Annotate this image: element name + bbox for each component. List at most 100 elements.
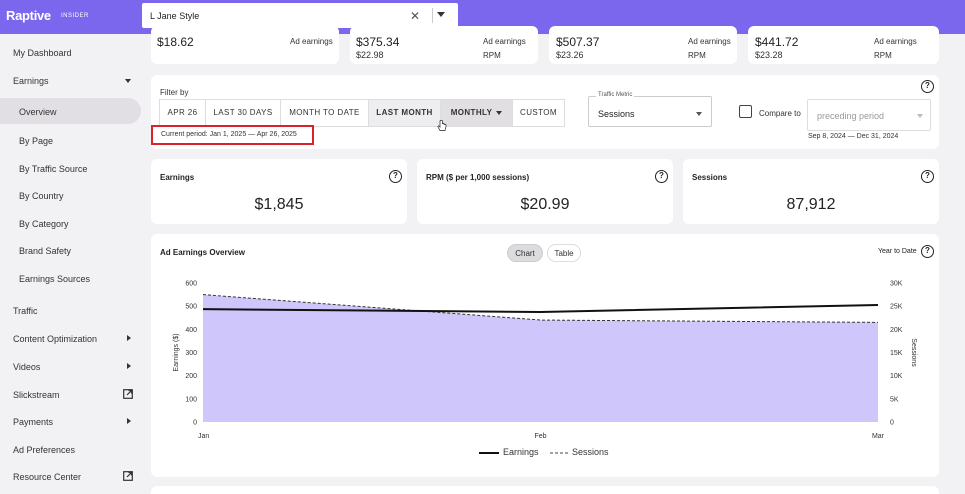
kpi-title: Earnings	[160, 173, 195, 182]
y2-tick-label: 30K	[890, 281, 903, 288]
x-tick-label: Feb	[534, 433, 546, 440]
sidebar-item-label: My Dashboard	[13, 48, 72, 58]
stat-label: RPM	[483, 51, 501, 60]
filter-title: Filter by	[160, 88, 189, 97]
help-icon[interactable]: ?	[921, 245, 934, 258]
compare-checkbox[interactable]	[739, 105, 752, 118]
legend-earnings[interactable]: Earnings	[503, 447, 539, 457]
sidebar-item-payments[interactable]: Payments	[0, 408, 143, 434]
select-separator	[432, 8, 433, 23]
sidebar-item-slickstream[interactable]: Slickstream	[0, 381, 143, 407]
help-icon[interactable]: ?	[655, 170, 668, 183]
stat-value: $18.62	[157, 35, 194, 49]
chevron-right-icon	[127, 363, 131, 369]
stat-card: $18.62 Ad earnings	[151, 26, 339, 64]
ad-earnings-overview-card: Ad Earnings Overview Chart Table Year to…	[151, 234, 939, 477]
stat-label: Ad earnings	[874, 37, 917, 46]
stat-card: $375.34 $22.98 Ad earnings RPM	[350, 26, 538, 64]
segment-last-month[interactable]: LAST MONTH	[368, 99, 441, 127]
raptive-logo[interactable]: Raptive	[6, 8, 51, 23]
chevron-down-icon	[496, 110, 503, 115]
legend-sessions-swatch	[550, 452, 568, 454]
chart-title: Ad Earnings Overview	[160, 248, 245, 257]
sidebar-item-label: Content Optimization	[13, 334, 98, 344]
segment-monthly-dropdown[interactable]: MONTHLY	[440, 99, 513, 127]
stat-label: Ad earnings	[688, 37, 731, 46]
period-label: Year to Date	[878, 248, 917, 255]
kpi-value: 87,912	[786, 196, 836, 213]
segment-custom[interactable]: CUSTOM	[512, 99, 565, 127]
y2-tick-label: 15K	[890, 350, 903, 357]
legend-sessions[interactable]: Sessions	[572, 447, 609, 457]
sidebar-item-content-optimization[interactable]: Content Optimization	[0, 325, 143, 351]
sidebar-item-by-page[interactable]: By Page	[0, 127, 143, 153]
help-icon[interactable]: ?	[921, 80, 934, 93]
sidebar-item-by-category[interactable]: By Category	[0, 210, 143, 236]
chart-toggle[interactable]: Chart	[507, 244, 543, 262]
current-period-label: Current period: Jan 1, 2025 — Apr 26, 20…	[151, 125, 314, 145]
site-select[interactable]: L Jane Style ✕	[142, 3, 458, 28]
sidebar-item-label: Traffic	[13, 306, 38, 316]
stat-card: $507.37 $23.26 Ad earnings RPM	[549, 26, 737, 64]
sidebar-item-label: By Traffic Source	[19, 164, 88, 174]
sidebar-item-traffic[interactable]: Traffic	[0, 297, 143, 323]
stat-label: RPM	[688, 51, 706, 60]
chevron-down-icon[interactable]	[917, 114, 923, 118]
kpi-value: $20.99	[520, 196, 570, 213]
sidebar-item-label: By Country	[19, 191, 64, 201]
compare-period-value: preceding period	[817, 111, 885, 121]
segment-apr-26[interactable]: APR 26	[159, 99, 206, 127]
traffic-metric-value: Sessions	[598, 109, 635, 119]
sidebar-item-overview[interactable]: Overview	[0, 98, 141, 124]
help-icon[interactable]: ?	[389, 170, 402, 183]
site-select-value: L Jane Style	[150, 11, 200, 21]
sidebar-item-videos[interactable]: Videos	[0, 353, 143, 379]
sidebar-item-label: Overview	[19, 107, 57, 117]
stat-sub-value: $23.26	[556, 50, 584, 60]
logo-subtitle: INSIDER	[61, 13, 89, 19]
sidebar-item-ad-preferences[interactable]: Ad Preferences	[0, 436, 143, 462]
stat-card: $441.72 $23.28 Ad earnings RPM	[748, 26, 939, 64]
sidebar-item-brand-safety[interactable]: Brand Safety	[0, 237, 143, 263]
chevron-right-icon	[127, 418, 131, 424]
table-toggle[interactable]: Table	[547, 244, 581, 262]
stat-value: $507.37	[556, 35, 600, 49]
sidebar-item-label: Brand Safety	[19, 246, 72, 256]
compare-range: Sep 8, 2024 — Dec 31, 2024	[808, 133, 899, 140]
y2-tick-label: 20K	[890, 327, 903, 334]
chevron-down-icon[interactable]	[437, 12, 445, 17]
sidebar-item-earnings[interactable]: Earnings	[0, 67, 143, 93]
segment-month-to-date[interactable]: MONTH TO DATE	[280, 99, 369, 127]
clear-icon[interactable]: ✕	[410, 9, 420, 23]
kpi-card-earnings: Earnings ? $1,845	[151, 159, 407, 224]
chevron-right-icon	[127, 335, 131, 341]
sidebar-item-my-dashboard[interactable]: My Dashboard	[0, 39, 143, 65]
y-tick-label: 0	[193, 420, 197, 427]
sidebar-item-label: Earnings Sources	[19, 274, 91, 284]
stat-value: $441.72	[755, 35, 799, 49]
help-icon[interactable]: ?	[921, 170, 934, 183]
y-tick-label: 100	[185, 396, 197, 403]
next-card	[151, 486, 939, 494]
y-tick-label: 600	[185, 281, 197, 288]
stat-sub-value: $23.28	[755, 50, 783, 60]
kpi-card-rpm: RPM ($ per 1,000 sessions) ? $20.99	[417, 159, 673, 224]
sidebar-item-label: By Page	[19, 136, 54, 146]
y2-tick-label: 25K	[890, 304, 903, 311]
stat-sub-value: $22.98	[356, 50, 384, 60]
segment-last-30-days[interactable]: LAST 30 DAYS	[205, 99, 281, 127]
stat-label: RPM	[874, 51, 892, 60]
sidebar-item-label: Videos	[13, 362, 41, 372]
sidebar-item-earnings-sources[interactable]: Earnings Sources	[0, 265, 143, 291]
stat-label: Ad earnings	[290, 37, 333, 46]
y-tick-label: 300	[185, 350, 197, 357]
sidebar-item-resource-center[interactable]: Resource Center	[0, 463, 143, 489]
stat-label: Ad earnings	[483, 37, 526, 46]
compare-label: Compare to	[759, 109, 801, 118]
sidebar-item-label: Resource Center	[13, 472, 82, 482]
sidebar-item-by-traffic-source[interactable]: By Traffic Source	[0, 155, 143, 181]
segment-monthly-label: MONTHLY	[450, 108, 493, 117]
chevron-down-icon[interactable]	[696, 112, 702, 116]
sidebar-item-by-country[interactable]: By Country	[0, 182, 143, 208]
y-tick-label: 500	[185, 304, 197, 311]
